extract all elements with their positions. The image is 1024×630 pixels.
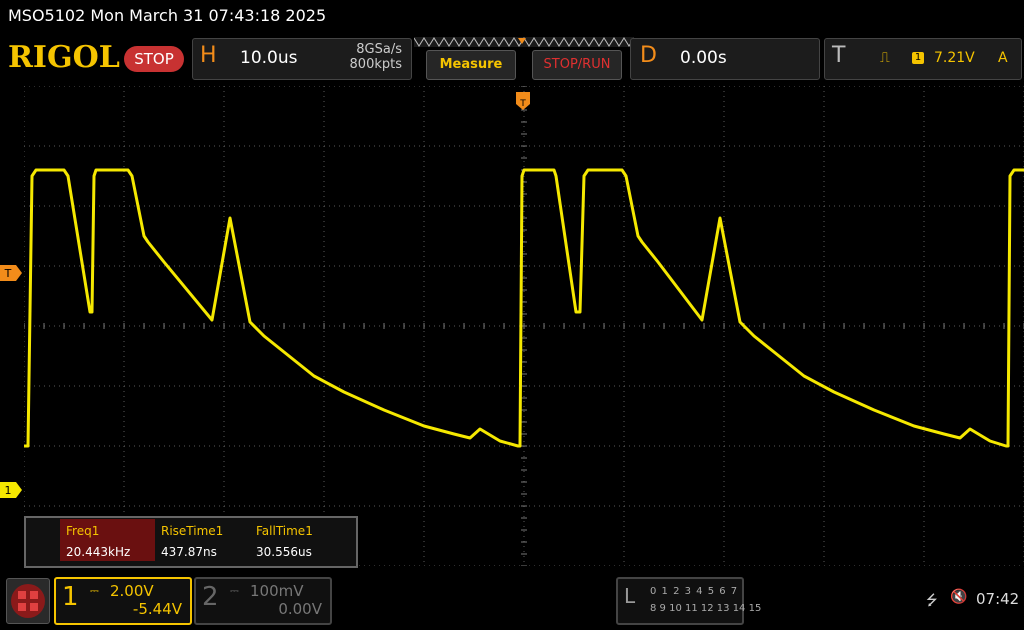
- logic-analyzer-panel[interactable]: [616, 577, 744, 625]
- main-menu-button[interactable]: [6, 578, 50, 624]
- channel2-offset: 0.00V: [278, 600, 322, 618]
- sample-rate: 8GSa/s: [356, 42, 402, 57]
- channel1-number: 1: [62, 582, 79, 612]
- logic-analyzer-label: L: [624, 584, 636, 608]
- window-title: MSO5102 Mon March 31 07:43:18 2025: [8, 6, 327, 25]
- logic-channels-row1: 0 1 2 3 4 5 6 7: [650, 586, 739, 597]
- delay-label: D: [640, 43, 657, 68]
- trigger-label: T: [832, 43, 846, 68]
- trigger-level-marker[interactable]: T: [0, 265, 22, 281]
- delay-value: 0.00s: [680, 48, 727, 68]
- usb-icon: ⭍: [926, 593, 938, 609]
- run-status-badge[interactable]: STOP: [124, 46, 184, 72]
- channel2-number: 2: [202, 582, 219, 612]
- horizontal-label: H: [200, 43, 217, 68]
- memory-depth: 800kpts: [349, 57, 402, 72]
- rigol-logo: RIGOL: [8, 40, 120, 75]
- measurement-risetime-value: 437.87ns: [161, 545, 217, 559]
- trigger-channel-badge: 1: [912, 52, 924, 64]
- channel1-offset: -5.44V: [132, 600, 182, 618]
- grid-menu-icon: [11, 584, 45, 618]
- speaker-muted-icon[interactable]: 🔇: [950, 589, 967, 605]
- channel1-scale: 2.00V: [110, 582, 154, 600]
- dc-coupling-icon: ⎓: [90, 584, 99, 597]
- trigger-level-value: 7.21V: [934, 50, 975, 66]
- channel1-marker-label: 1: [5, 484, 12, 497]
- measurement-freq-label: Freq1: [66, 524, 100, 538]
- timebase-value: 10.0us: [240, 48, 298, 68]
- channel1-offset-marker[interactable]: 1: [0, 482, 22, 498]
- dc-coupling-icon: ⎓: [230, 584, 239, 597]
- status-clock: 07:42: [976, 590, 1020, 608]
- stop-run-button[interactable]: STOP/RUN: [532, 50, 622, 80]
- memory-position-ruler: [414, 37, 634, 47]
- measurement-falltime-label: FallTime1: [256, 524, 313, 538]
- trigger-level-marker-label: T: [4, 267, 12, 280]
- logic-channels-row2: 8 9 10 11 12 13 14 15: [650, 603, 762, 614]
- trigger-position-marker[interactable]: T: [516, 92, 530, 112]
- measurement-freq-value: 20.443kHz: [66, 545, 131, 559]
- channel2-scale: 100mV: [250, 582, 304, 600]
- measurement-risetime-label: RiseTime1: [161, 524, 224, 538]
- svg-text:T: T: [519, 99, 526, 109]
- title-bar: MSO5102 Mon March 31 07:43:18 2025: [0, 0, 1024, 34]
- waveform-display[interactable]: [24, 86, 1024, 566]
- measurement-falltime-value: 30.556us: [256, 545, 312, 559]
- trigger-mode: A: [998, 50, 1008, 66]
- rising-edge-icon: ⎍: [880, 50, 890, 66]
- measure-button[interactable]: Measure: [426, 50, 516, 80]
